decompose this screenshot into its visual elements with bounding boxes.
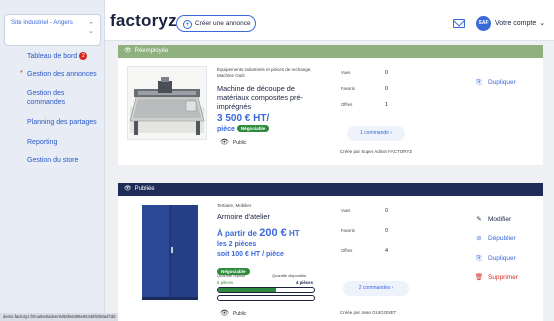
copy-icon: ⎘ bbox=[476, 79, 482, 86]
stat-offers-label: Offres bbox=[341, 248, 353, 253]
notification-badge: 2 bbox=[79, 52, 88, 60]
stat-views-label: Vues bbox=[341, 70, 351, 75]
sidebar-item-label: Gestion des commandes bbox=[27, 90, 66, 106]
cabinet-image bbox=[140, 203, 200, 301]
advert-card: 👁 Réemployée Équipements industriels et p… bbox=[118, 45, 543, 165]
eye-icon: 👁 bbox=[220, 310, 229, 317]
stat-views-value: 0 bbox=[385, 208, 389, 214]
price-unit: pièce bbox=[217, 126, 235, 133]
sidebar-item-label: Reporting bbox=[27, 139, 58, 146]
sidebar-item-dashboard[interactable]: Tableau de bord 2 bbox=[0, 52, 88, 61]
duplicate-label: Dupliquer bbox=[488, 255, 516, 262]
sidebar-item-label: Gestion des annonces bbox=[27, 71, 97, 78]
quantity-progress-track bbox=[217, 295, 315, 301]
sidebar-item-label: Tableau de bord bbox=[27, 53, 78, 60]
quantity-taken-label: Quantité reprise bbox=[217, 273, 246, 278]
price-suffix: HT bbox=[286, 229, 300, 238]
stat-favorites-label: Favoris bbox=[341, 86, 355, 91]
sidebar-item-store[interactable]: Gestion du store bbox=[0, 156, 78, 165]
app-logo[interactable]: factoryz bbox=[110, 11, 177, 31]
card-status-header: 👁 Publiée bbox=[118, 183, 543, 196]
sidebar-item-label: Gestion du store bbox=[27, 157, 79, 164]
card-status-label: Réemployée bbox=[134, 48, 169, 54]
delete-button[interactable]: 🗑 Supprimer bbox=[474, 273, 518, 282]
stat-views-value: 0 bbox=[385, 70, 389, 76]
orders-button[interactable]: 1 commande › bbox=[347, 126, 405, 141]
duplicate-button[interactable]: ⎘ Dupliquer bbox=[474, 254, 516, 263]
sidebar-item-label: Planning des partages bbox=[27, 119, 97, 126]
quantity-available-label: Quantité disponible bbox=[272, 273, 307, 278]
stat-favorites-label: Favoris bbox=[341, 228, 355, 233]
copy-icon: ⎘ bbox=[476, 255, 482, 262]
unpublish-label: Dépublier bbox=[488, 235, 516, 242]
creator-label: Créée par Jean GUIGONET bbox=[340, 310, 397, 315]
advert-image[interactable] bbox=[127, 66, 207, 140]
cutting-machine-image bbox=[128, 67, 206, 139]
advert-title[interactable]: Armoire d'atelier bbox=[217, 212, 322, 221]
price-per-unit-line: soit 100 € HT / pièce bbox=[217, 251, 284, 258]
delete-label: Supprimer bbox=[488, 274, 518, 281]
create-advert-button[interactable]: + Créer une annonce bbox=[176, 15, 256, 32]
visibility-label: Public bbox=[232, 140, 247, 146]
advert-price: À partir de 200 € HT bbox=[217, 228, 300, 239]
quantity-progress-fill bbox=[218, 288, 276, 292]
mail-icon[interactable] bbox=[453, 19, 465, 28]
stat-favorites-value: 0 bbox=[385, 86, 389, 92]
site-selector-label: Site industriel - Angers bbox=[11, 19, 73, 26]
negotiable-badge: Négociable bbox=[236, 125, 270, 132]
site-selector[interactable]: Site industriel - Angers ⌃ ⌄ bbox=[4, 14, 101, 46]
avatar[interactable]: SAF bbox=[476, 16, 491, 31]
quantity-taken-value: 6 pièces bbox=[217, 280, 234, 285]
sidebar: Site industriel - Angers ⌃ ⌄ Tableau de b… bbox=[0, 0, 105, 321]
stat-offers-value: 4 bbox=[385, 248, 389, 254]
top-header: factoryz + Créer une annonce SAF Votre co… bbox=[105, 0, 554, 41]
stat-views-label: Vues bbox=[341, 208, 351, 213]
advert-category: Tertiaire, Mobilier bbox=[217, 203, 252, 208]
edit-label: Modifier bbox=[488, 216, 512, 223]
duplicate-button[interactable]: ⎘ Dupliquer bbox=[474, 78, 516, 87]
sidebar-item-adverts[interactable]: * Gestion des annonces bbox=[0, 70, 97, 79]
price-prefix: À partir de bbox=[217, 229, 260, 238]
advert-title[interactable]: Machine de découpe de matériaux composit… bbox=[217, 84, 322, 111]
sidebar-item-sharing-planning[interactable]: Planning des partages bbox=[0, 118, 97, 127]
duplicate-label: Dupliquer bbox=[488, 79, 516, 86]
stat-offers-value: 1 bbox=[385, 102, 389, 108]
chevron-up-down-icon: ⌃ ⌄ bbox=[88, 22, 94, 35]
trash-icon: 🗑 bbox=[474, 274, 484, 281]
account-label: Votre compte bbox=[495, 20, 537, 27]
eye-icon: 👁 bbox=[220, 139, 229, 146]
unpublish-button[interactable]: ⊘ Dépublier bbox=[474, 234, 516, 243]
edit-button[interactable]: ✎ Modifier bbox=[474, 215, 511, 224]
active-marker-icon: * bbox=[20, 70, 23, 77]
unpublish-icon: ⊘ bbox=[476, 235, 482, 242]
quantity-progress-bar bbox=[217, 287, 315, 293]
card-status-label: Publiée bbox=[134, 186, 155, 192]
price-unit-line: pièce Négociable bbox=[217, 125, 270, 134]
visibility-indicator: 👁 Public bbox=[220, 310, 247, 318]
stat-favorites-value: 0 bbox=[385, 228, 389, 234]
stat-offers-label: Offres bbox=[341, 102, 353, 107]
advert-category: Équipements industriels et pièces de rec… bbox=[217, 67, 312, 78]
price-amount: 3 500 € HT/ bbox=[217, 113, 270, 124]
edit-icon: ✎ bbox=[476, 216, 482, 223]
quantity-available-value: 4 pièces bbox=[296, 280, 313, 285]
eye-icon: 👁 bbox=[124, 186, 132, 192]
advert-card: 👁 Publiée Tertiaire, Mobilier Armoire d'a… bbox=[118, 183, 543, 321]
visibility-label: Public bbox=[232, 311, 247, 317]
advert-image[interactable] bbox=[140, 203, 200, 301]
creator-label: Créée par Super Admin FACTORYZ bbox=[340, 149, 413, 154]
advert-price: 3 500 € HT/ bbox=[217, 113, 269, 125]
create-advert-label: Créer une annonce bbox=[195, 20, 251, 27]
account-menu[interactable]: Votre compte ⌄ bbox=[495, 19, 545, 28]
visibility-indicator: 👁 Public bbox=[220, 139, 247, 147]
sidebar-item-reporting[interactable]: Reporting bbox=[0, 138, 57, 147]
plus-icon: + bbox=[183, 20, 192, 29]
chevron-down-icon: ⌄ bbox=[539, 20, 546, 27]
card-status-header: 👁 Réemployée bbox=[118, 45, 543, 58]
eye-icon: 👁 bbox=[124, 48, 132, 54]
sidebar-item-orders[interactable]: Gestion des commandes bbox=[0, 89, 100, 107]
price-amount: 200 € bbox=[259, 227, 287, 239]
orders-button[interactable]: 2 commandes › bbox=[343, 281, 409, 296]
price-quantity-line: les 2 pièces bbox=[217, 241, 257, 248]
